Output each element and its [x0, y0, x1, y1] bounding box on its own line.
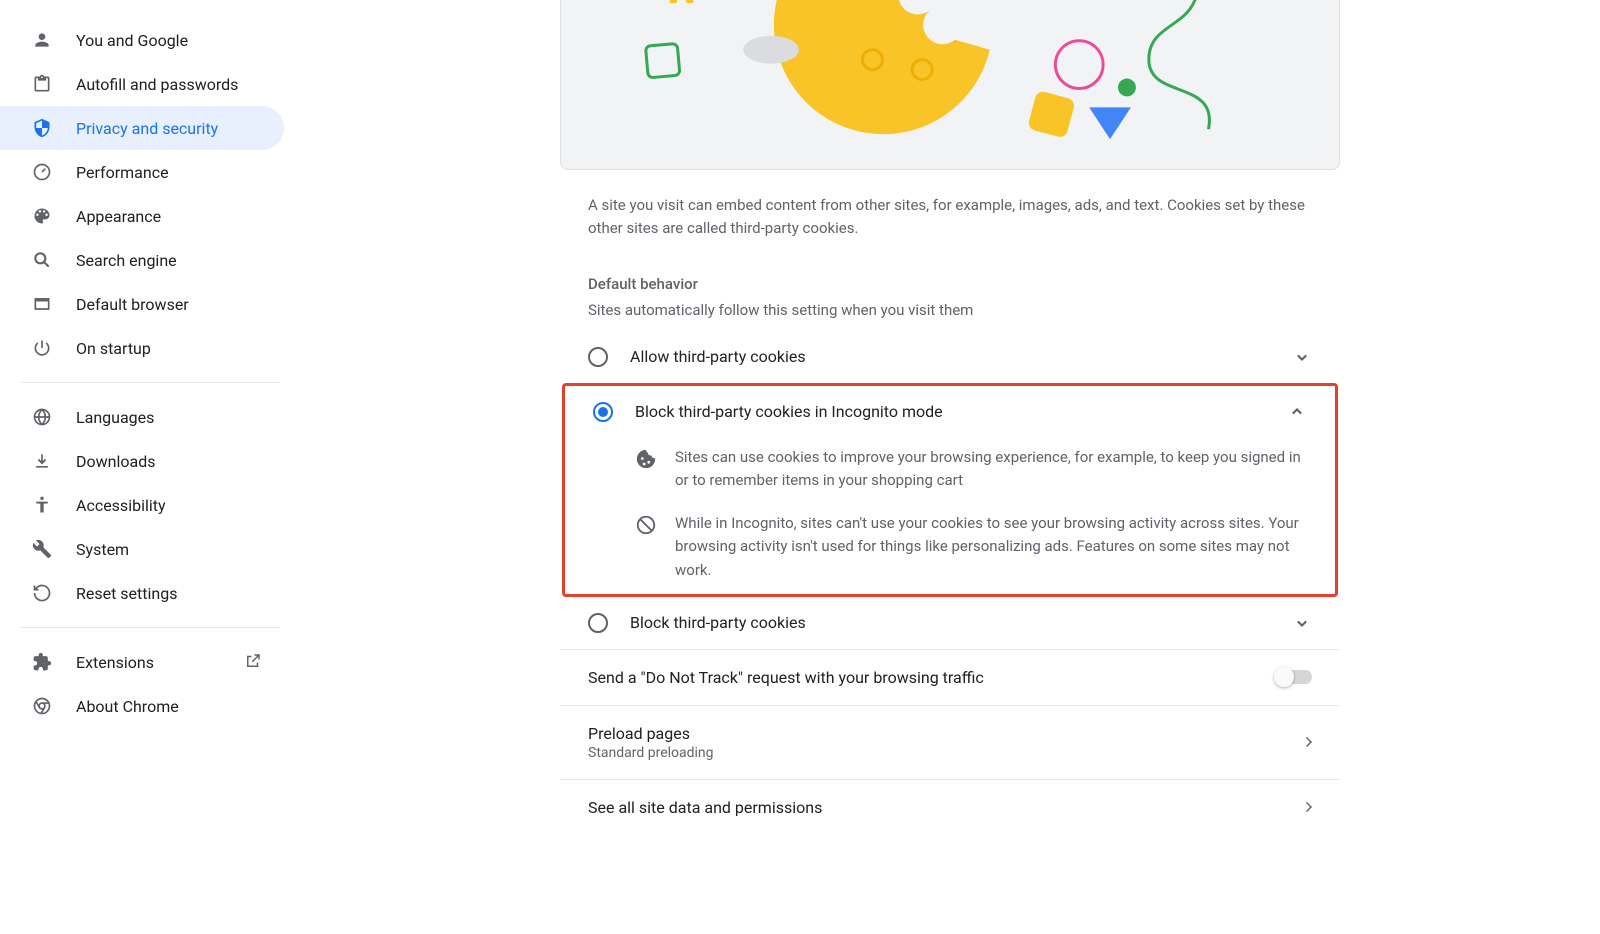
extension-icon	[30, 650, 54, 674]
chevron-up-icon[interactable]	[1287, 402, 1307, 422]
intro-text: A site you visit can embed content from …	[560, 170, 1340, 253]
sidebar-item-on-startup[interactable]: On startup	[0, 326, 284, 370]
sidebar-item-reset[interactable]: Reset settings	[0, 571, 284, 615]
sidebar-item-label: System	[76, 540, 264, 559]
default-behavior-sub: Sites automatically follow this setting …	[560, 297, 1340, 331]
sidebar-divider	[20, 627, 280, 628]
accessibility-icon	[30, 493, 54, 517]
setting-title: Preload pages	[588, 724, 1302, 743]
setting-preload-pages[interactable]: Preload pages Standard preloading	[560, 705, 1340, 779]
option-allow-third-party[interactable]: Allow third-party cookies	[560, 331, 1340, 383]
clipboard-icon	[30, 72, 54, 96]
sidebar-item-label: Languages	[76, 408, 264, 427]
sidebar-item-label: Performance	[76, 163, 264, 182]
sidebar-item-label: About Chrome	[76, 697, 264, 716]
shield-icon	[30, 116, 54, 140]
chevron-down-icon[interactable]	[1292, 347, 1312, 367]
restore-icon	[30, 581, 54, 605]
palette-icon	[30, 204, 54, 228]
block-icon	[635, 514, 657, 536]
person-icon	[30, 28, 54, 52]
sidebar-item-system[interactable]: System	[0, 527, 284, 571]
sidebar-item-label: Autofill and passwords	[76, 75, 264, 94]
option-label: Block third-party cookies in Incognito m…	[635, 402, 1287, 421]
radio-unselected[interactable]	[588, 347, 608, 367]
sidebar-item-label: Privacy and security	[76, 119, 264, 138]
option-label: Block third-party cookies	[630, 613, 1292, 632]
radio-unselected[interactable]	[588, 613, 608, 633]
cookie-icon	[635, 448, 657, 470]
sidebar-item-downloads[interactable]: Downloads	[0, 439, 284, 483]
sidebar-item-label: Appearance	[76, 207, 264, 226]
settings-sidebar: You and Google Autofill and passwords Pr…	[0, 0, 300, 934]
sidebar-item-extensions[interactable]: Extensions	[0, 640, 284, 684]
detail-text: Sites can use cookies to improve your br…	[675, 446, 1307, 493]
setting-title: Send a "Do Not Track" request with your …	[588, 668, 1276, 687]
sidebar-item-search-engine[interactable]: Search engine	[0, 238, 284, 282]
default-behavior-title: Default behavior	[560, 253, 1340, 297]
detail-row: Sites can use cookies to improve your br…	[565, 438, 1335, 505]
setting-do-not-track[interactable]: Send a "Do Not Track" request with your …	[560, 649, 1340, 705]
sidebar-item-default-browser[interactable]: Default browser	[0, 282, 284, 326]
sidebar-item-privacy[interactable]: Privacy and security	[0, 106, 284, 150]
sidebar-item-label: Reset settings	[76, 584, 264, 603]
browser-icon	[30, 292, 54, 316]
setting-title: See all site data and permissions	[588, 798, 1302, 817]
detail-text: While in Incognito, sites can't use your…	[675, 512, 1307, 582]
speedometer-icon	[30, 160, 54, 184]
sidebar-item-label: Extensions	[76, 653, 244, 672]
globe-icon	[30, 405, 54, 429]
hero-illustration	[560, 0, 1340, 170]
sidebar-item-label: Search engine	[76, 251, 264, 270]
option-block-all[interactable]: Block third-party cookies	[560, 597, 1340, 649]
highlighted-selection: Block third-party cookies in Incognito m…	[562, 383, 1338, 597]
sidebar-item-appearance[interactable]: Appearance	[0, 194, 284, 238]
sidebar-item-label: On startup	[76, 339, 264, 358]
search-icon	[30, 248, 54, 272]
detail-row: While in Incognito, sites can't use your…	[565, 504, 1335, 594]
sidebar-item-performance[interactable]: Performance	[0, 150, 284, 194]
sidebar-divider	[20, 382, 280, 383]
external-link-icon	[244, 652, 264, 672]
sidebar-item-label: Downloads	[76, 452, 264, 471]
option-block-incognito[interactable]: Block third-party cookies in Incognito m…	[565, 386, 1335, 438]
sidebar-item-accessibility[interactable]: Accessibility	[0, 483, 284, 527]
option-label: Allow third-party cookies	[630, 347, 1292, 366]
wrench-icon	[30, 537, 54, 561]
sidebar-item-autofill[interactable]: Autofill and passwords	[0, 62, 284, 106]
sidebar-item-label: Accessibility	[76, 496, 264, 515]
download-icon	[30, 449, 54, 473]
radio-selected[interactable]	[593, 402, 613, 422]
main-content: A site you visit can embed content from …	[300, 0, 1600, 934]
sidebar-item-languages[interactable]: Languages	[0, 395, 284, 439]
setting-sub: Standard preloading	[588, 745, 1302, 761]
sidebar-item-label: You and Google	[76, 31, 264, 50]
sidebar-item-you-and-google[interactable]: You and Google	[0, 18, 284, 62]
power-icon	[30, 336, 54, 360]
arrow-right-icon	[1302, 737, 1312, 747]
toggle-off[interactable]	[1276, 670, 1312, 684]
chrome-icon	[30, 694, 54, 718]
sidebar-item-about[interactable]: About Chrome	[0, 684, 284, 728]
sidebar-item-label: Default browser	[76, 295, 264, 314]
setting-site-data[interactable]: See all site data and permissions	[560, 779, 1340, 835]
arrow-right-icon	[1302, 802, 1312, 812]
chevron-down-icon[interactable]	[1292, 613, 1312, 633]
